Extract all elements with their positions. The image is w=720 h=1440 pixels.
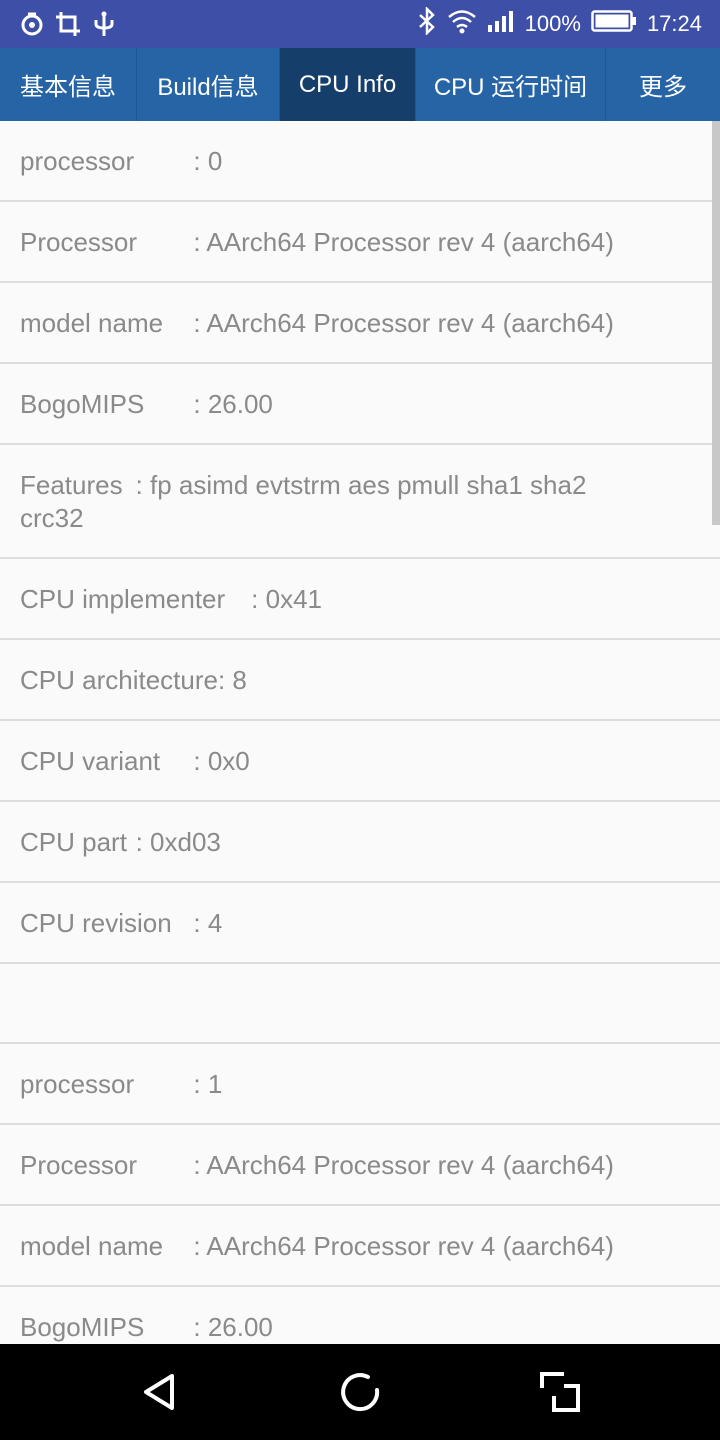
list-item[interactable]: Processor : AArch64 Processor rev 4 (aar…: [0, 1125, 720, 1206]
status-left-icons: [18, 10, 126, 38]
tab-more[interactable]: 更多: [606, 48, 720, 121]
back-icon[interactable]: [138, 1370, 182, 1414]
battery-percent: 100%: [524, 11, 581, 36]
list-item[interactable]: CPU revision : 4: [0, 883, 720, 964]
list-item[interactable]: Features : fp asimd evtstrm aes pmull sh…: [0, 445, 720, 559]
home-icon[interactable]: [338, 1370, 382, 1414]
bluetooth-icon: [417, 5, 437, 41]
list-item-empty[interactable]: [0, 964, 720, 1044]
tab-bar: 基本信息 Build信息 CPU Info CPU 运行时间 更多: [0, 48, 720, 121]
scrollbar-thumb[interactable]: [712, 121, 720, 525]
list-item[interactable]: processor : 0: [0, 121, 720, 202]
usb-icon: [90, 10, 118, 38]
list-item[interactable]: model name : AArch64 Processor rev 4 (aa…: [0, 1206, 720, 1287]
status-bar: 100% 17:24: [0, 0, 720, 48]
tab-basic-info[interactable]: 基本信息: [0, 48, 137, 121]
battery-icon: [591, 10, 637, 38]
list-item[interactable]: model name : AArch64 Processor rev 4 (aa…: [0, 283, 720, 364]
tab-cpu-info[interactable]: CPU Info: [280, 48, 416, 121]
navigation-bar: [0, 1344, 720, 1440]
tab-build-info[interactable]: Build信息: [137, 48, 280, 121]
crop-icon: [54, 10, 82, 38]
clock-time: 17:24: [646, 11, 702, 36]
list-item[interactable]: BogoMIPS : 26.00: [0, 364, 720, 445]
list-item[interactable]: CPU implementer : 0x41: [0, 559, 720, 640]
cpu-info-list[interactable]: processor : 0 Processor : AArch64 Proces…: [0, 121, 720, 1344]
list-item[interactable]: processor : 1: [0, 1044, 720, 1125]
status-right-icons: 100% 17:24: [417, 0, 702, 48]
list-item[interactable]: CPU variant : 0x0: [0, 721, 720, 802]
netease-icon: [18, 10, 46, 38]
wifi-icon: [447, 8, 477, 40]
list-item[interactable]: BogoMIPS : 26.00: [0, 1287, 720, 1344]
recents-icon[interactable]: [538, 1370, 582, 1414]
list-item[interactable]: CPU part : 0xd03: [0, 802, 720, 883]
signal-icon: [487, 9, 515, 39]
list-item[interactable]: Processor : AArch64 Processor rev 4 (aar…: [0, 202, 720, 283]
list-item[interactable]: CPU architecture: 8: [0, 640, 720, 721]
tab-cpu-runtime[interactable]: CPU 运行时间: [416, 48, 606, 121]
